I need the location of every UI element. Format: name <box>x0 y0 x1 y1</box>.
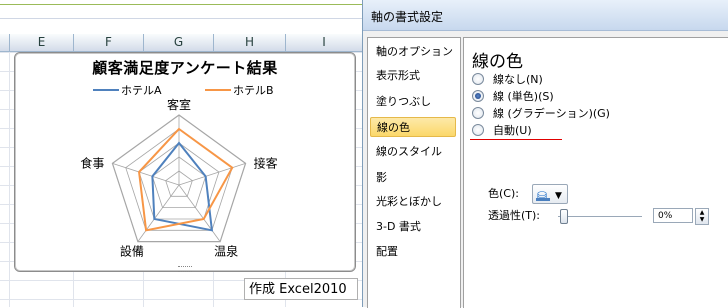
color-row: 色(C): ⛁ ▼ <box>488 184 568 204</box>
color-picker-button[interactable]: ⛁ ▼ <box>532 184 568 204</box>
legend-entry: ホテルB <box>233 84 274 97</box>
transparency-label: 透過性(T): <box>488 209 541 222</box>
option-gradient-line[interactable]: 線 (グラデーション)(G) <box>472 106 610 122</box>
legend-entry: ホテルA <box>121 84 162 97</box>
option-solid-line[interactable]: 線 (単色)(S) <box>472 89 554 105</box>
column-header-g[interactable]: G <box>144 34 214 51</box>
chart-resize-handle[interactable] <box>178 266 192 272</box>
transparency-slider-track[interactable] <box>558 216 642 217</box>
column-header-h[interactable]: H <box>214 34 286 51</box>
nav-item-axis-options[interactable]: 軸のオプション <box>370 42 456 62</box>
column-header-f[interactable]: F <box>74 34 144 51</box>
transparency-spinner[interactable]: ▲ ▼ <box>695 208 709 225</box>
radio-no-line[interactable] <box>472 73 484 85</box>
radar-plot: 客室接客温泉 設備 食事 ホテルA ホテルB <box>80 84 278 259</box>
radar-spoke <box>112 162 180 186</box>
option-automatic[interactable]: 自動(U) <box>472 123 532 139</box>
column-header-i[interactable]: I <box>286 34 362 51</box>
dialog-titlebar[interactable]: 軸の書式設定 <box>363 0 728 31</box>
nav-item-fill[interactable]: 塗りつぶし <box>370 92 456 112</box>
nav-item-number-format[interactable]: 表示形式 <box>370 66 456 86</box>
credit-cell: 作成 Excel2010 <box>244 278 358 300</box>
spreadsheet-area: E F G H I 顧客満足度アンケート結果 客室 接客 温泉 設備 食事 ホテルA ホテル… <box>0 0 362 307</box>
transparency-slider-thumb[interactable] <box>560 209 568 224</box>
line-color-panel: 線の色 線なし(N) 線 (単色)(S) 線 (グラデーション)(G) 自動(U… <box>463 37 728 308</box>
radio-solid-line[interactable] <box>472 90 484 102</box>
radar-spoke <box>178 184 221 242</box>
dialog-title: 軸の書式設定 <box>371 10 444 24</box>
paint-bucket-icon: ⛁ <box>537 189 548 203</box>
nav-item-3d-format[interactable]: 3-D 書式 <box>370 217 456 237</box>
nav-item-shadow[interactable]: 影 <box>370 168 456 188</box>
option-no-line-label: 線なし(N) <box>493 73 543 86</box>
radio-automatic[interactable] <box>472 124 484 136</box>
radar-spoke <box>178 162 246 186</box>
option-automatic-label: 自動(U) <box>493 124 532 137</box>
category-label: 接客 <box>254 155 278 170</box>
radar-chart[interactable]: 顧客満足度アンケート結果 客室 接客 温泉 設備 食事 ホテルA ホテルB <box>14 52 356 272</box>
highlight-underline <box>470 139 562 140</box>
category-nav: 軸のオプション 表示形式 塗りつぶし 線の色 線のスタイル 影 光彩とぼかし 3… <box>367 37 461 308</box>
nav-item-line-color[interactable]: 線の色 <box>370 117 456 137</box>
option-gradient-line-label: 線 (グラデーション)(G) <box>493 107 610 120</box>
column-header-e[interactable]: E <box>10 34 74 51</box>
column-header-row: E F G H I <box>0 34 362 52</box>
option-solid-line-label: 線 (単色)(S) <box>493 90 554 103</box>
transparency-row: 透過性(T): 0% ▲ ▼ <box>488 206 728 226</box>
current-color-swatch <box>536 198 550 201</box>
chevron-down-icon: ▼ <box>555 191 562 201</box>
category-label: 客室 <box>167 97 191 112</box>
nav-item-glow-soft-edges[interactable]: 光彩とぼかし <box>370 192 456 212</box>
color-label: 色(C): <box>488 187 519 200</box>
nav-item-alignment[interactable]: 配置 <box>370 242 456 262</box>
category-label: 食事 <box>80 155 104 170</box>
format-axis-dialog: 軸の書式設定 軸のオプション 表示形式 塗りつぶし 線の色 線のスタイル 影 光… <box>362 0 728 308</box>
sheet-top-rows <box>0 0 362 34</box>
category-label: 温泉 <box>214 245 238 259</box>
option-no-line[interactable]: 線なし(N) <box>472 72 543 88</box>
transparency-input[interactable]: 0% <box>653 208 693 223</box>
column-header-partial <box>0 34 10 51</box>
nav-item-line-style[interactable]: 線のスタイル <box>370 142 456 162</box>
radio-gradient-line[interactable] <box>472 107 484 119</box>
panel-heading: 線の色 <box>472 52 523 72</box>
dialog-body: 軸のオプション 表示形式 塗りつぶし 線の色 線のスタイル 影 光彩とぼかし 3… <box>363 31 728 308</box>
category-label: 設備 <box>120 244 144 259</box>
